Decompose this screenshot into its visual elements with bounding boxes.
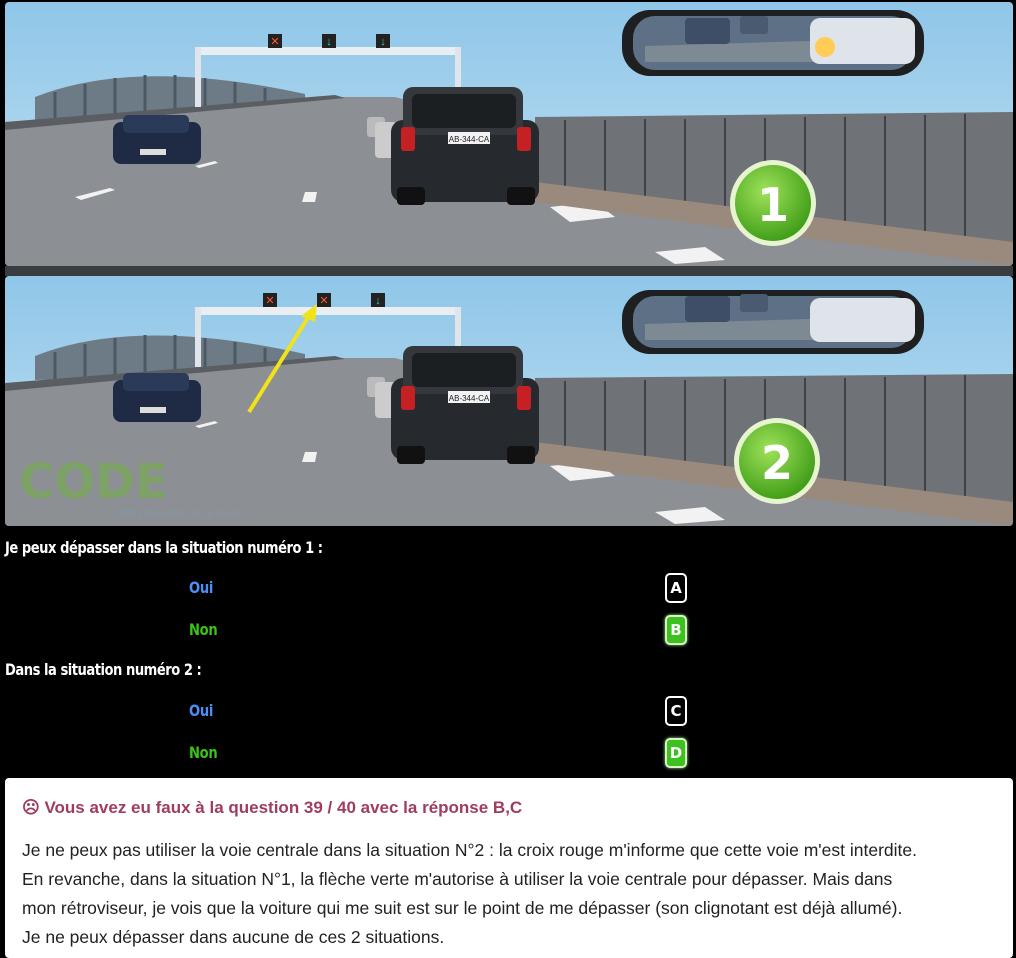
- question-2-text: Dans la situation numéro 2 :: [5, 660, 202, 679]
- svg-text:Tests du code de la route: Tests du code de la route: [116, 508, 242, 519]
- situation-2-image: ✕ ✕ ↓ AB-344-CA CODE Tests du code de la: [5, 276, 1013, 526]
- answer-key-d[interactable]: D: [665, 738, 687, 768]
- explanation-line: En revanche, dans la situation N°1, la f…: [22, 869, 893, 889]
- question-2-option-oui[interactable]: Oui: [189, 701, 213, 720]
- question-2-option-non[interactable]: Non: [189, 743, 218, 762]
- svg-text:✕: ✕: [270, 36, 279, 48]
- question-1-text: Je peux dépasser dans la situation numér…: [5, 538, 323, 557]
- answer-key-b[interactable]: B: [665, 615, 687, 645]
- license-plate-2: AB-344-CA: [449, 394, 490, 403]
- svg-text:CODE: CODE: [19, 454, 168, 510]
- explanation-line: Je ne peux pas utiliser la voie centrale…: [22, 840, 917, 860]
- feedback-panel: ☹ Vous avez eu faux à la question 39 / 4…: [5, 778, 1013, 958]
- explanation-line: Je ne peux dépasser dans aucune de ces 2…: [22, 927, 445, 947]
- situation-badge-1: 1: [757, 178, 789, 232]
- answer-key-c[interactable]: C: [665, 696, 687, 726]
- svg-text:✕: ✕: [265, 295, 274, 307]
- svg-text:↓: ↓: [326, 36, 332, 48]
- image-divider: [5, 266, 1013, 276]
- feedback-explanation: Je ne peux pas utiliser la voie centrale…: [22, 836, 1002, 952]
- svg-text:✕: ✕: [319, 295, 328, 307]
- license-plate-1: AB-344-CA: [449, 135, 490, 144]
- question-1-option-oui[interactable]: Oui: [189, 578, 213, 597]
- question-1-option-non[interactable]: Non: [189, 620, 218, 639]
- feedback-title: ☹ Vous avez eu faux à la question 39 / 4…: [22, 798, 523, 817]
- explanation-line: mon rétroviseur, je vois que la voiture …: [22, 898, 903, 918]
- situation-badge-2: 2: [761, 436, 793, 490]
- answer-key-a[interactable]: A: [665, 573, 687, 603]
- situation-1-image: ✕ ↓ ↓ AB-344-CA 1: [5, 2, 1013, 266]
- svg-text:↓: ↓: [380, 36, 386, 48]
- svg-text:↓: ↓: [375, 295, 381, 307]
